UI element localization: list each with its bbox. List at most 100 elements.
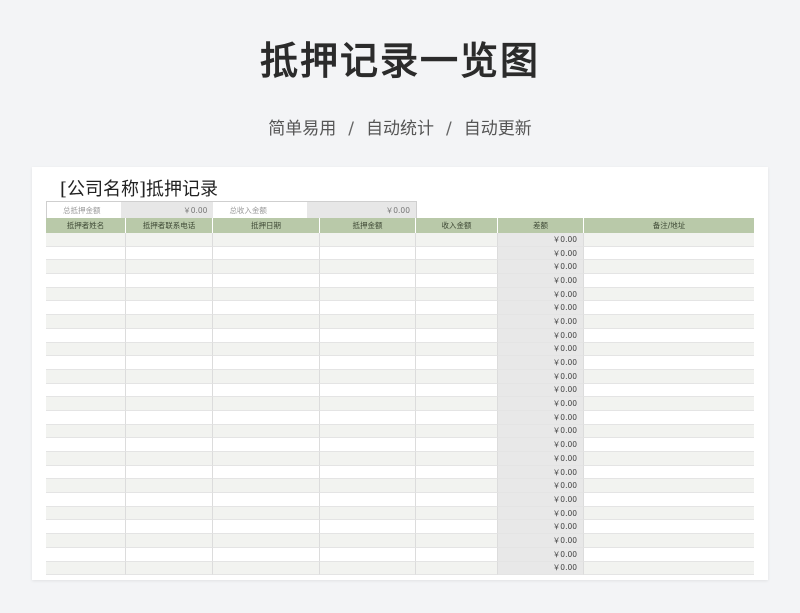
diff-cell[interactable]: ￥0.00: [498, 287, 584, 302]
diff-cell[interactable]: ￥0.00: [498, 246, 584, 261]
table-cell[interactable]: [416, 233, 498, 247]
table-cell[interactable]: [584, 342, 754, 357]
table-cell[interactable]: [416, 315, 498, 329]
table-cell[interactable]: [46, 534, 126, 548]
table-cell[interactable]: [46, 506, 126, 521]
table-cell[interactable]: [584, 520, 754, 535]
table-cell[interactable]: [126, 520, 213, 535]
total-income-value[interactable]: ￥0.00: [306, 202, 416, 219]
diff-cell[interactable]: ￥0.00: [498, 424, 584, 439]
table-cell[interactable]: [584, 328, 754, 343]
table-cell[interactable]: [46, 479, 126, 494]
table-cell[interactable]: [416, 287, 498, 302]
diff-cell[interactable]: ￥0.00: [498, 233, 584, 247]
table-cell[interactable]: [584, 534, 754, 548]
table-cell[interactable]: [213, 479, 320, 494]
table-cell[interactable]: [126, 342, 213, 357]
table-cell[interactable]: [213, 452, 320, 466]
diff-cell[interactable]: ￥0.00: [498, 260, 584, 275]
table-cell[interactable]: [320, 438, 416, 452]
column-header[interactable]: 抵押日期: [213, 218, 320, 233]
table-cell[interactable]: [46, 246, 126, 261]
table-cell[interactable]: [584, 233, 754, 247]
table-cell[interactable]: [320, 287, 416, 302]
table-cell[interactable]: [416, 438, 498, 452]
table-cell[interactable]: [213, 424, 320, 439]
table-cell[interactable]: [126, 397, 213, 411]
table-cell[interactable]: [213, 561, 320, 576]
diff-cell[interactable]: ￥0.00: [498, 465, 584, 480]
table-cell[interactable]: [213, 506, 320, 521]
table-cell[interactable]: [584, 424, 754, 439]
table-cell[interactable]: [320, 410, 416, 425]
table-cell[interactable]: [320, 424, 416, 439]
column-header[interactable]: 抵押金额: [320, 218, 416, 233]
table-cell[interactable]: [126, 534, 213, 548]
table-cell[interactable]: [584, 356, 754, 370]
table-cell[interactable]: [213, 315, 320, 329]
table-cell[interactable]: [320, 534, 416, 548]
diff-cell[interactable]: ￥0.00: [498, 410, 584, 425]
table-cell[interactable]: [416, 383, 498, 398]
table-cell[interactable]: [584, 383, 754, 398]
diff-cell[interactable]: ￥0.00: [498, 438, 584, 452]
table-cell[interactable]: [320, 383, 416, 398]
table-cell[interactable]: [320, 356, 416, 370]
table-cell[interactable]: [213, 356, 320, 370]
diff-cell[interactable]: ￥0.00: [498, 534, 584, 548]
table-cell[interactable]: [320, 493, 416, 507]
table-cell[interactable]: [584, 493, 754, 507]
column-header[interactable]: 差额: [498, 218, 584, 233]
table-cell[interactable]: [320, 315, 416, 329]
diff-cell[interactable]: ￥0.00: [498, 452, 584, 466]
table-cell[interactable]: [46, 397, 126, 411]
table-cell[interactable]: [126, 438, 213, 452]
table-cell[interactable]: [584, 452, 754, 466]
table-cell[interactable]: [584, 547, 754, 562]
table-cell[interactable]: [213, 493, 320, 507]
diff-cell[interactable]: ￥0.00: [498, 493, 584, 507]
table-cell[interactable]: [126, 424, 213, 439]
table-cell[interactable]: [46, 438, 126, 452]
table-cell[interactable]: [213, 438, 320, 452]
table-cell[interactable]: [46, 301, 126, 316]
table-cell[interactable]: [213, 369, 320, 384]
diff-cell[interactable]: ￥0.00: [498, 520, 584, 535]
column-header[interactable]: 收入金额: [416, 218, 498, 233]
table-cell[interactable]: [320, 452, 416, 466]
table-cell[interactable]: [126, 356, 213, 370]
table-cell[interactable]: [46, 493, 126, 507]
diff-cell[interactable]: ￥0.00: [498, 397, 584, 411]
table-cell[interactable]: [320, 328, 416, 343]
diff-cell[interactable]: ￥0.00: [498, 274, 584, 288]
table-cell[interactable]: [320, 369, 416, 384]
table-cell[interactable]: [126, 274, 213, 288]
table-cell[interactable]: [416, 506, 498, 521]
table-cell[interactable]: [320, 397, 416, 411]
table-cell[interactable]: [416, 479, 498, 494]
table-cell[interactable]: [126, 246, 213, 261]
table-cell[interactable]: [584, 260, 754, 275]
table-cell[interactable]: [584, 438, 754, 452]
table-cell[interactable]: [416, 465, 498, 480]
table-cell[interactable]: [213, 465, 320, 480]
table-cell[interactable]: [320, 547, 416, 562]
table-cell[interactable]: [126, 233, 213, 247]
table-cell[interactable]: [213, 246, 320, 261]
table-cell[interactable]: [46, 547, 126, 562]
table-cell[interactable]: [46, 328, 126, 343]
table-cell[interactable]: [126, 452, 213, 466]
table-cell[interactable]: [46, 287, 126, 302]
table-cell[interactable]: [126, 287, 213, 302]
table-cell[interactable]: [416, 493, 498, 507]
table-cell[interactable]: [584, 246, 754, 261]
table-cell[interactable]: [320, 246, 416, 261]
table-cell[interactable]: [320, 561, 416, 576]
table-cell[interactable]: [46, 383, 126, 398]
table-cell[interactable]: [584, 301, 754, 316]
table-cell[interactable]: [584, 465, 754, 480]
table-cell[interactable]: [320, 233, 416, 247]
column-header[interactable]: 备注/地址: [584, 218, 754, 233]
table-cell[interactable]: [46, 260, 126, 275]
table-cell[interactable]: [584, 315, 754, 329]
